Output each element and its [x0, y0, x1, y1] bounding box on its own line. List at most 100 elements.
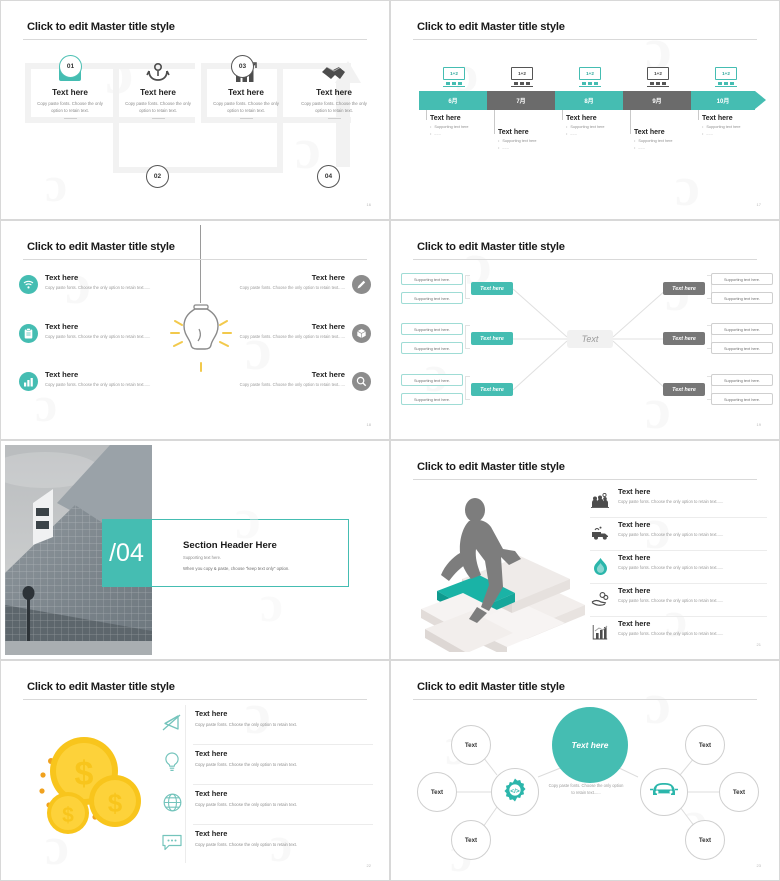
slide-lightbulb-six-items[interactable]: ɔ ɔ ɔ Click to edit Master title style T…: [0, 220, 390, 440]
wifi-icon: [19, 275, 38, 294]
supporting-box[interactable]: Supporting text here.: [401, 292, 463, 304]
branch-label-left[interactable]: Text here: [471, 332, 513, 345]
timeline-segment[interactable]: 8月: [555, 91, 623, 110]
slide-runner-steps[interactable]: ɔ ɔ ɔ Click to edit Master title style: [390, 440, 780, 660]
slide-process-steps[interactable]: ɔ ɔ ɔ Click to edit Master title style T…: [0, 0, 390, 220]
step-column[interactable]: Text here Copy paste fonts. Choose the o…: [116, 59, 200, 120]
timeline-segment[interactable]: 7月: [487, 91, 555, 110]
row-divider: [193, 744, 373, 745]
timeline-block[interactable]: Text here • Supporting text here •......: [498, 129, 576, 150]
page-number: 16: [366, 202, 371, 207]
step-heading: Text here: [316, 88, 352, 97]
bullet-text: Supporting text here: [570, 125, 605, 129]
branch-label-left[interactable]: Text here: [471, 383, 513, 396]
block-bullet: •......: [566, 132, 577, 136]
branch-label-right[interactable]: Text here: [663, 383, 705, 396]
title-divider: [23, 39, 367, 40]
feature-row[interactable]: Text here Copy paste fonts. Choose the o…: [19, 370, 169, 391]
block-heading: Text here: [498, 129, 529, 136]
timeline-block[interactable]: Text here • Supporting text here •......: [430, 115, 508, 136]
truck-icon: [590, 524, 610, 542]
bracket: [465, 325, 470, 349]
branch-label-left[interactable]: Text here: [471, 282, 513, 295]
car-icon: [650, 781, 678, 803]
node-circle[interactable]: Text: [685, 725, 725, 765]
title-divider: [23, 699, 367, 700]
supporting-box[interactable]: Supporting text here.: [711, 323, 773, 335]
node-circle[interactable]: Text: [451, 725, 491, 765]
globe-icon: [161, 791, 183, 813]
feature-row[interactable]: Text here Copy paste fonts. Choose the o…: [157, 709, 373, 730]
timeline-segment[interactable]: 6月: [419, 91, 487, 110]
supporting-box[interactable]: Supporting text here.: [711, 273, 773, 285]
supporting-box[interactable]: Supporting text here.: [401, 374, 463, 386]
slide-section-header[interactable]: /04 Section Header Here Supporting text …: [0, 440, 390, 660]
bracket: [465, 376, 470, 400]
step-body: Copy paste fonts. Choose the only option…: [301, 101, 367, 114]
hub-circle-right[interactable]: [640, 768, 688, 816]
search-icon: [352, 372, 371, 391]
timeline-block[interactable]: Text here • Supporting text here •......: [702, 115, 775, 136]
feature-heading: Text here: [618, 487, 651, 496]
supporting-box[interactable]: Supporting text here.: [401, 273, 463, 285]
step-column[interactable]: Text here Copy paste fonts. Choose the o…: [292, 59, 376, 120]
feature-row[interactable]: Text here Copy paste fonts. Choose the o…: [157, 789, 373, 811]
timeline-icon: 1+2: [579, 67, 601, 88]
supporting-box[interactable]: Supporting text here.: [711, 393, 773, 405]
feature-row[interactable]: Text here Copy paste fonts. Choose the o…: [19, 322, 169, 343]
section-heading: Section Header Here: [183, 540, 277, 551]
timeline-segment[interactable]: 9月: [623, 91, 691, 110]
supporting-box[interactable]: Supporting text here.: [401, 342, 463, 354]
main-bubble[interactable]: Text here: [552, 707, 628, 783]
step-heading: Text here: [228, 88, 264, 97]
timeline-block[interactable]: Text here • Supporting text here •......: [634, 129, 712, 150]
supporting-box[interactable]: Supporting text here.: [711, 292, 773, 304]
supporting-box[interactable]: Supporting text here.: [401, 393, 463, 405]
branch-label-right[interactable]: Text here: [663, 332, 705, 345]
bullet-text: ......: [706, 132, 713, 136]
slide-mindmap[interactable]: ɔ ɔ ɔ ɔ Click to edit Master title style…: [390, 220, 780, 440]
timeline-block[interactable]: Text here • Supporting text here •......: [566, 115, 644, 136]
step-badge-04[interactable]: 04: [317, 165, 340, 188]
feature-row[interactable]: Text here Copy paste fonts. Choose the o…: [221, 273, 371, 294]
block-bullet: •......: [634, 146, 645, 150]
slide-bubble-network[interactable]: ɔ ɔ ɔ ɔ Click to edit Master title style: [390, 660, 780, 881]
mindmap-core[interactable]: Text: [567, 330, 613, 348]
supporting-box[interactable]: Supporting text here.: [711, 342, 773, 354]
supporting-box[interactable]: Supporting text here.: [401, 323, 463, 335]
feature-row[interactable]: Text here Copy paste fonts. Choose the o…: [590, 586, 767, 606]
feature-row[interactable]: Text here Copy paste fonts. Choose the o…: [19, 273, 169, 294]
feature-row[interactable]: Text here Copy paste fonts. Choose the o…: [590, 619, 767, 639]
branch-label-right[interactable]: Text here: [663, 282, 705, 295]
row-divider: [193, 824, 373, 825]
feature-heading: Text here: [195, 789, 228, 798]
timeline-segment[interactable]: 10月: [691, 91, 755, 110]
page-title: Click to edit Master title style: [27, 21, 175, 33]
feature-body: Copy paste fonts. Choose the only option…: [45, 382, 151, 387]
leader-line: [698, 110, 699, 120]
feature-body: Copy paste fonts. Choose the only option…: [45, 334, 151, 339]
step-badge-01[interactable]: 01: [59, 55, 82, 78]
slide-coins-four-items[interactable]: ɔ ɔ ɔ Click to edit Master title style $: [0, 660, 390, 881]
step-badge-03[interactable]: 03: [231, 55, 254, 78]
feature-row[interactable]: Text here Copy paste fonts. Choose the o…: [221, 370, 371, 391]
feature-heading: Text here: [618, 586, 651, 595]
supporting-box[interactable]: Supporting text here.: [711, 374, 773, 386]
feature-row[interactable]: Text here Copy paste fonts. Choose the o…: [590, 520, 767, 540]
feature-row[interactable]: Text here Copy paste fonts. Choose the o…: [157, 829, 373, 850]
feature-row[interactable]: Text here Copy paste fonts. Choose the o…: [590, 553, 767, 575]
screen-dots: [443, 81, 465, 85]
feature-row[interactable]: Text here Copy paste fonts. Choose the o…: [590, 487, 767, 508]
feature-row[interactable]: Text here Copy paste fonts. Choose the o…: [221, 322, 371, 343]
block-heading: Text here: [634, 129, 665, 136]
node-circle[interactable]: Text: [451, 820, 491, 860]
step-badge-02[interactable]: 02: [146, 165, 169, 188]
node-circle[interactable]: Text: [417, 772, 457, 812]
feature-row[interactable]: Text here Copy paste fonts. Choose the o…: [157, 749, 373, 771]
hub-circle-left[interactable]: </>: [491, 768, 539, 816]
node-circle[interactable]: Text: [685, 820, 725, 860]
screen-base: [647, 85, 669, 88]
node-circle[interactable]: Text: [719, 772, 759, 812]
title-divider: [23, 259, 367, 260]
slide-timeline-months[interactable]: ɔ ɔ ɔ Click to edit Master title style 1…: [390, 0, 780, 220]
